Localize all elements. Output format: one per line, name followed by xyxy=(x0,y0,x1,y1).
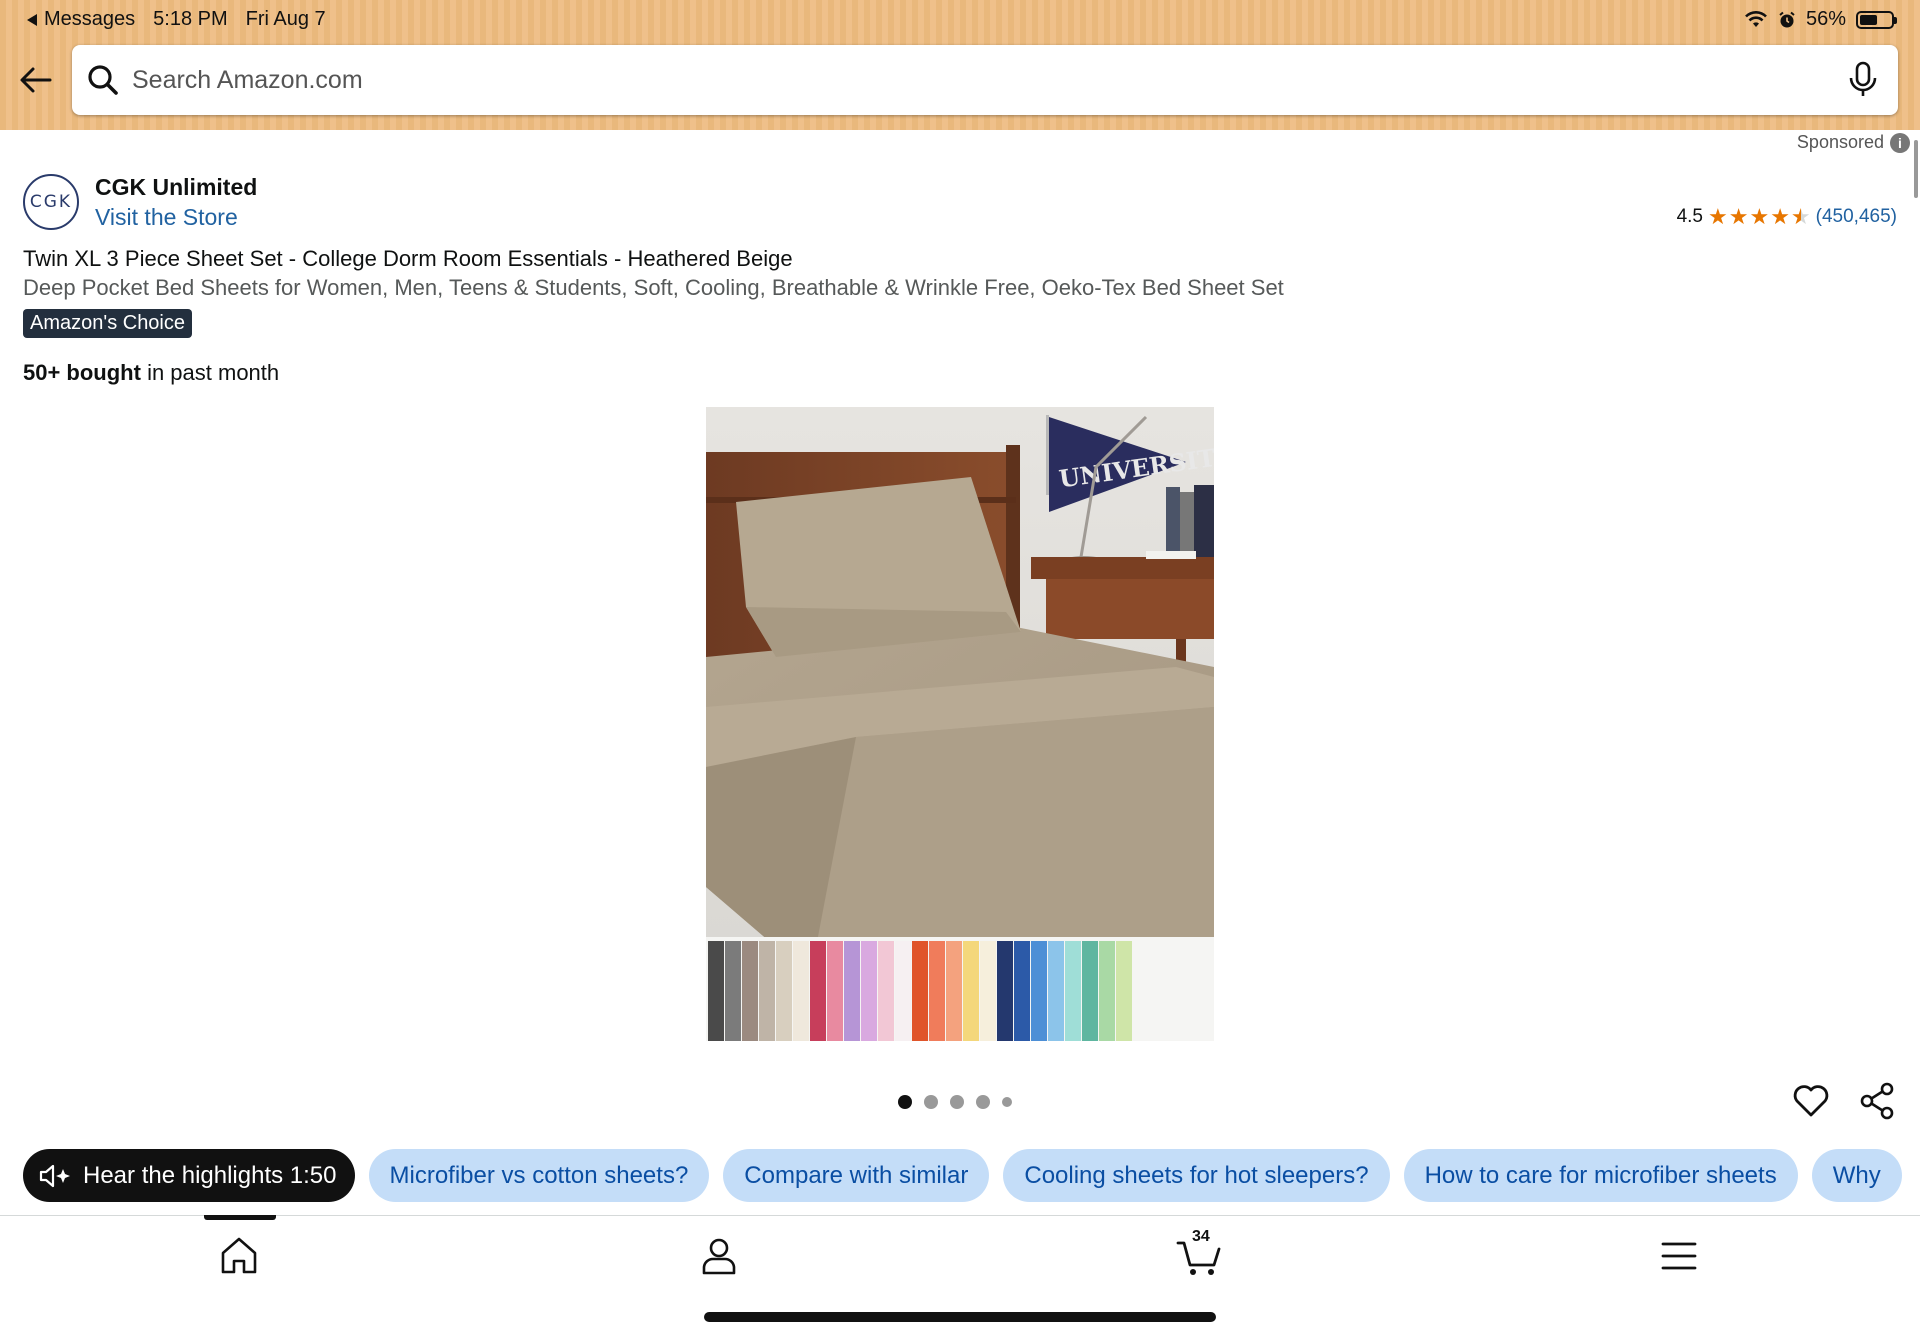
product-subtitle: Deep Pocket Bed Sheets for Women, Men, T… xyxy=(23,275,1284,300)
store-logo[interactable]: CGK xyxy=(23,174,79,230)
home-indicator xyxy=(704,1312,1216,1322)
search-icon xyxy=(88,65,118,95)
product-image[interactable]: UNIVERSITY xyxy=(706,407,1214,1041)
brand-name: CGK Unlimited xyxy=(95,174,258,200)
bought-count: 50+ bought xyxy=(23,360,141,385)
amazons-choice-badge: Amazon's Choice xyxy=(23,309,192,338)
chip-cooling-sheets[interactable]: Cooling sheets for hot sleepers? xyxy=(1003,1149,1390,1202)
color-swatch-strip xyxy=(706,937,1214,1041)
sponsored-text: Sponsored xyxy=(1796,132,1884,152)
heart-icon[interactable] xyxy=(1792,1082,1830,1120)
battery-percent: 56% xyxy=(1805,8,1846,30)
info-icon[interactable]: i xyxy=(1890,132,1910,153)
chip-care-microfiber[interactable]: How to care for microfiber sheets xyxy=(1403,1149,1798,1202)
menu-icon[interactable] xyxy=(1656,1233,1702,1279)
rating-summary[interactable]: 4.5 ★ ★ ★ ★ ★ (450,465) xyxy=(1677,206,1897,228)
question-chips: Hear the highlights 1:50 Microfiber vs c… xyxy=(23,1149,1902,1202)
visit-store-link[interactable]: Visit the Store xyxy=(95,204,238,231)
hear-highlights-chip[interactable]: Hear the highlights 1:50 xyxy=(23,1149,355,1202)
back-to-messages[interactable]: Messages xyxy=(26,8,135,31)
half-star-icon: ★ xyxy=(1790,204,1811,229)
product-title: Twin XL 3 Piece Sheet Set - College Dorm… xyxy=(23,246,793,271)
bought-period: in past month xyxy=(140,360,280,385)
bought-in-past-month: 50+ bought in past month xyxy=(23,360,279,386)
rating-value: 4.5 xyxy=(1676,206,1703,227)
battery-icon xyxy=(1856,10,1897,29)
carousel-dot[interactable] xyxy=(950,1095,964,1109)
review-count-link[interactable]: (450,465) xyxy=(1816,206,1897,228)
star-icon: ★ xyxy=(1770,204,1790,229)
back-app-label: Messages xyxy=(44,8,136,30)
active-tab-indicator xyxy=(204,1215,276,1220)
bed-photo: UNIVERSITY xyxy=(706,407,1214,1041)
chip-microfiber-vs-cotton[interactable]: Microfiber vs cotton sheets? xyxy=(368,1149,710,1202)
image-carousel-dots[interactable] xyxy=(898,1095,1012,1109)
carousel-dot[interactable] xyxy=(924,1095,938,1109)
scroll-indicator xyxy=(1914,140,1918,198)
battery-fill xyxy=(1860,14,1877,25)
chip-compare-similar[interactable]: Compare with similar xyxy=(723,1149,990,1202)
hear-highlights-label: Hear the highlights 1:50 xyxy=(83,1161,337,1189)
account-icon[interactable] xyxy=(696,1233,742,1279)
microphone-icon[interactable] xyxy=(1846,61,1880,99)
chip-why[interactable]: Why xyxy=(1811,1149,1902,1202)
back-triangle-icon xyxy=(27,13,37,26)
search-input[interactable] xyxy=(132,45,1812,115)
status-time: 5:18 PM xyxy=(153,8,228,30)
search-bar[interactable] xyxy=(72,45,1898,115)
home-icon[interactable] xyxy=(216,1233,262,1279)
wifi-icon xyxy=(1745,10,1767,27)
app-header: Messages 5:18 PM Fri Aug 7 56% xyxy=(0,0,1920,130)
status-date: Fri Aug 7 xyxy=(245,8,326,30)
back-arrow-icon[interactable] xyxy=(18,62,54,98)
carousel-dot[interactable] xyxy=(976,1095,990,1109)
share-icon[interactable] xyxy=(1858,1082,1896,1120)
carousel-dot[interactable] xyxy=(898,1095,912,1109)
sponsored-label[interactable]: Sponsored i xyxy=(1797,132,1910,153)
alarm-icon xyxy=(1779,11,1795,27)
star-icon: ★ xyxy=(1749,204,1770,229)
status-bar: Messages 5:18 PM Fri Aug 7 56% xyxy=(0,0,1920,40)
speaker-sparkle-icon xyxy=(39,1164,70,1187)
cart-count: 34 xyxy=(1192,1228,1210,1245)
star-icon: ★ xyxy=(1728,204,1749,229)
star-icon: ★ xyxy=(1707,204,1728,229)
carousel-dot[interactable] xyxy=(1002,1097,1012,1107)
star-rating: ★ ★ ★ ★ ★ xyxy=(1708,206,1811,228)
